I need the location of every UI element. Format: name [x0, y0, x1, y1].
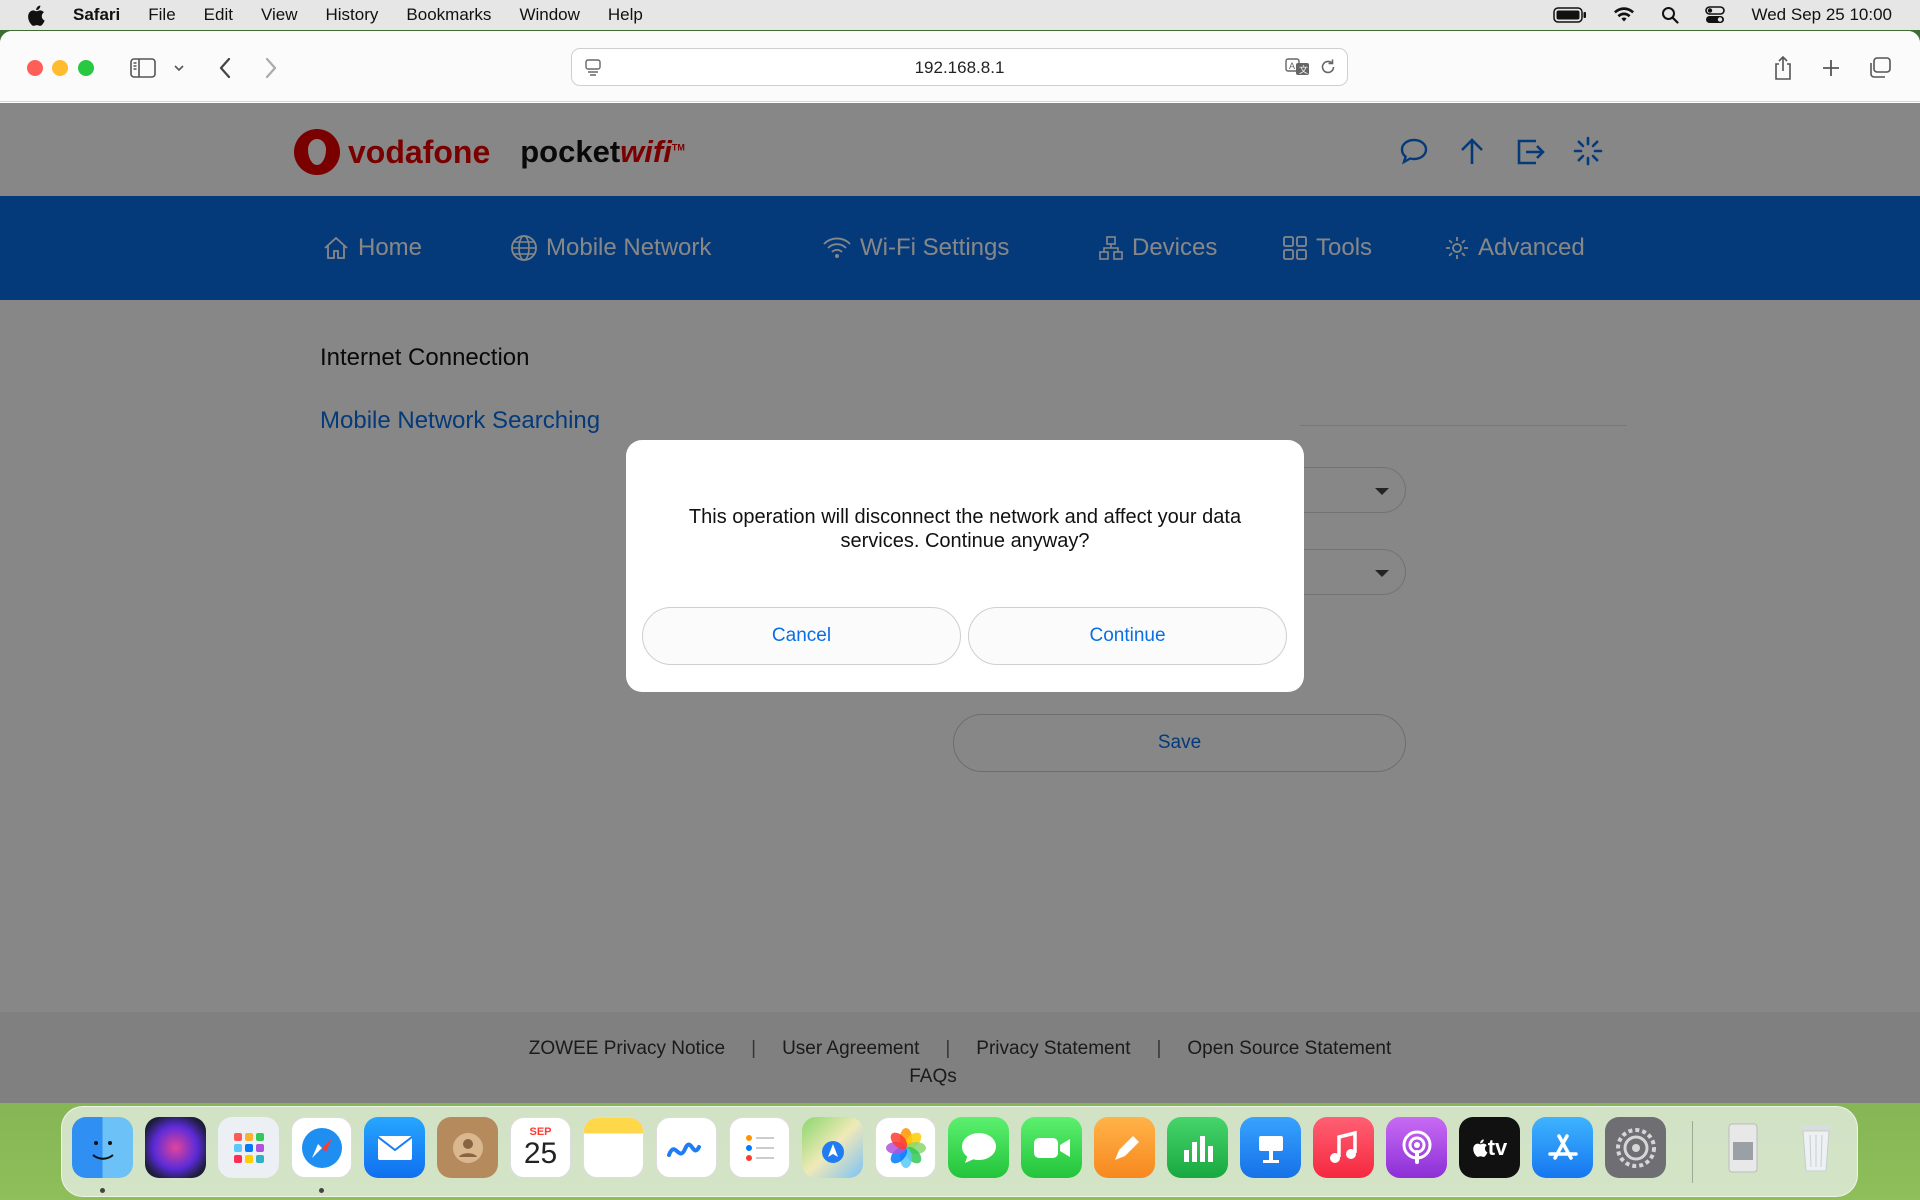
- apple-logo-icon: [1472, 1138, 1488, 1157]
- forward-button[interactable]: [262, 53, 280, 83]
- cancel-button[interactable]: Cancel: [642, 607, 961, 665]
- menubar-clock[interactable]: Wed Sep 25 10:00: [1751, 5, 1892, 25]
- freeform-icon[interactable]: [656, 1117, 717, 1178]
- finder-icon[interactable]: [72, 1117, 133, 1178]
- contacts-icon[interactable]: [437, 1117, 498, 1178]
- share-icon[interactable]: [1772, 53, 1794, 83]
- back-button[interactable]: [216, 53, 234, 83]
- continue-button[interactable]: Continue: [968, 607, 1287, 665]
- apple-tv-icon[interactable]: tv: [1459, 1117, 1520, 1178]
- safari-window: 192.168.8.1 A文 vodafone pocketwifiTM Hom…: [0, 31, 1920, 1103]
- browser-toolbar: 192.168.8.1 A文: [0, 31, 1920, 102]
- translate-icon[interactable]: A文: [1285, 57, 1311, 82]
- reload-icon[interactable]: [1319, 58, 1337, 81]
- calendar-day: 25: [523, 1136, 558, 1170]
- messages-icon[interactable]: [948, 1117, 1009, 1178]
- menu-bookmarks[interactable]: Bookmarks: [406, 5, 491, 25]
- calendar-icon[interactable]: SEP 25: [510, 1117, 571, 1178]
- address-bar[interactable]: 192.168.8.1 A文: [571, 48, 1348, 86]
- calendar-month: SEP: [529, 1125, 552, 1138]
- spotlight-search-icon[interactable]: [1661, 6, 1680, 24]
- menu-edit[interactable]: Edit: [204, 5, 233, 25]
- safari-icon[interactable]: [291, 1117, 352, 1178]
- pages-icon[interactable]: [1094, 1117, 1155, 1178]
- siri-icon[interactable]: [145, 1117, 206, 1178]
- trash-icon[interactable]: [1785, 1117, 1846, 1178]
- numbers-icon[interactable]: [1167, 1117, 1228, 1178]
- chevron-down-icon[interactable]: [172, 53, 186, 83]
- menu-history[interactable]: History: [326, 5, 379, 25]
- facetime-icon[interactable]: [1021, 1117, 1082, 1178]
- downloads-stack-icon[interactable]: [1712, 1117, 1773, 1178]
- confirm-dialog: This operation will disconnect the netwo…: [626, 440, 1304, 692]
- launchpad-icon[interactable]: [218, 1117, 279, 1178]
- menu-file[interactable]: File: [148, 5, 175, 25]
- dock-separator: [1692, 1121, 1693, 1183]
- sidebar-toggle-icon[interactable]: [130, 53, 156, 83]
- svg-text:A: A: [1289, 61, 1295, 71]
- system-settings-icon[interactable]: [1605, 1117, 1666, 1178]
- notes-icon[interactable]: [583, 1117, 644, 1178]
- menu-help[interactable]: Help: [608, 5, 643, 25]
- apple-tv-label: tv: [1487, 1134, 1508, 1160]
- wifi-status-icon[interactable]: [1613, 7, 1635, 23]
- minimize-window-button[interactable]: [52, 60, 68, 76]
- dialog-message: This operation will disconnect the netwo…: [688, 506, 1242, 552]
- control-center-icon[interactable]: [1705, 6, 1726, 24]
- running-indicator: [319, 1188, 324, 1193]
- apple-menu-icon[interactable]: [27, 4, 49, 26]
- reminders-icon[interactable]: [729, 1117, 790, 1178]
- menu-bar: Safari File Edit View History Bookmarks …: [0, 0, 1920, 30]
- app-store-icon[interactable]: [1532, 1117, 1593, 1178]
- dock: SEP 25 tv: [61, 1106, 1858, 1197]
- new-tab-icon[interactable]: [1820, 53, 1842, 83]
- battery-icon[interactable]: [1553, 7, 1587, 23]
- photos-icon[interactable]: [875, 1117, 936, 1178]
- menu-window[interactable]: Window: [519, 5, 579, 25]
- running-indicator: [100, 1188, 105, 1193]
- music-icon[interactable]: [1313, 1117, 1374, 1178]
- close-window-button[interactable]: [27, 60, 43, 76]
- menu-app-name[interactable]: Safari: [73, 5, 120, 25]
- keynote-icon[interactable]: [1240, 1117, 1301, 1178]
- svg-text:文: 文: [1299, 64, 1308, 75]
- modal-backdrop[interactable]: This operation will disconnect the netwo…: [0, 103, 1920, 1103]
- url-text[interactable]: 192.168.8.1: [572, 58, 1347, 78]
- maximize-window-button[interactable]: [78, 60, 94, 76]
- mail-icon[interactable]: [364, 1117, 425, 1178]
- tab-overview-icon[interactable]: [1868, 53, 1892, 83]
- menu-view[interactable]: View: [261, 5, 298, 25]
- maps-icon[interactable]: [802, 1117, 863, 1178]
- podcasts-icon[interactable]: [1386, 1117, 1447, 1178]
